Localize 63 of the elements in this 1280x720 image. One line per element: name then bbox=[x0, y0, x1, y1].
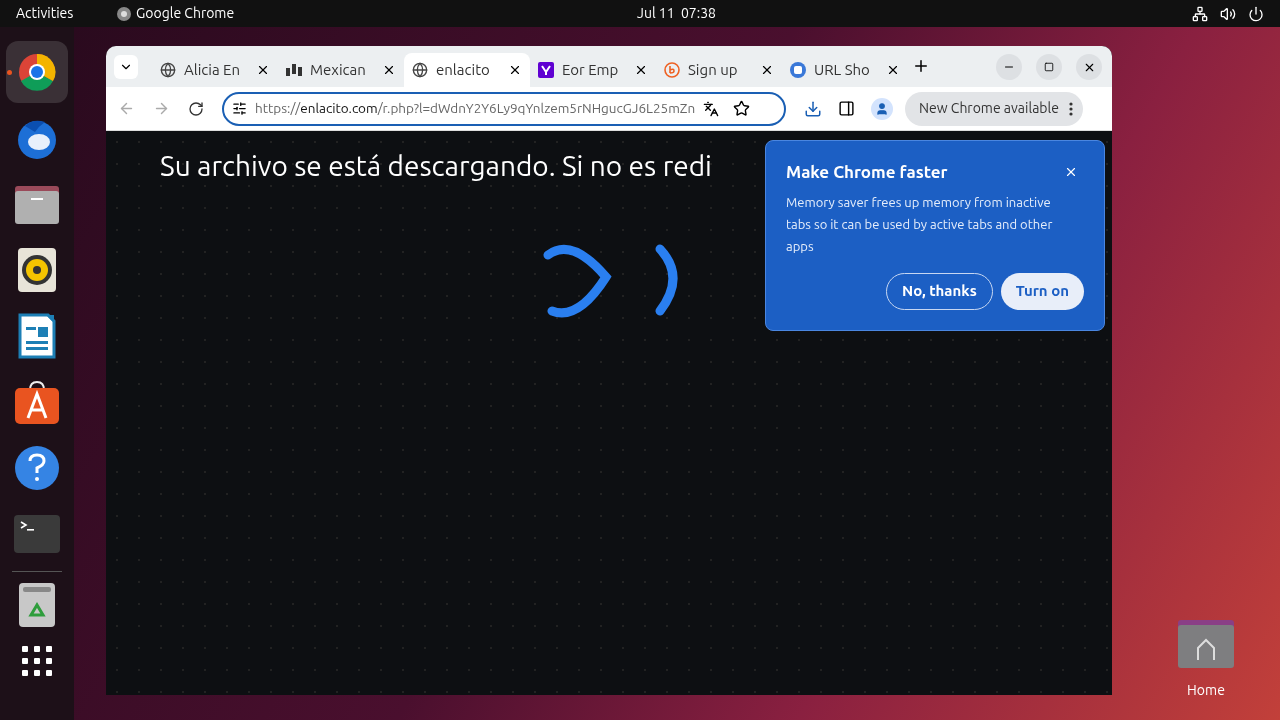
activities-button[interactable]: Activities bbox=[16, 3, 116, 24]
profile-icon[interactable] bbox=[871, 97, 893, 120]
home-folder-icon[interactable] bbox=[1178, 620, 1234, 668]
popup-title: Make Chrome faster bbox=[786, 161, 948, 183]
translate-icon[interactable] bbox=[703, 100, 720, 117]
update-label: New Chrome available bbox=[919, 99, 1059, 118]
tab[interactable]: Eor Emp bbox=[530, 53, 656, 87]
tab[interactable]: enlacito bbox=[404, 53, 530, 87]
close-button[interactable] bbox=[1076, 54, 1102, 80]
tab-title: Alicia En bbox=[184, 59, 242, 80]
app-name[interactable]: Google Chrome bbox=[136, 3, 235, 24]
browser-icon[interactable] bbox=[17, 52, 57, 92]
update-button[interactable]: New Chrome available bbox=[905, 91, 1083, 126]
tab-title: enlacito bbox=[436, 59, 491, 80]
url-text: https://enlacito.com/r.php?l=dWdnY2Y6Ly9qYnlzem5rNHgucGJ6L25mZn bbox=[255, 99, 696, 119]
close-tab-icon[interactable] bbox=[886, 63, 900, 77]
popup-button[interactable]: Turn on bbox=[1000, 272, 1084, 310]
close-tab-icon[interactable] bbox=[760, 63, 774, 77]
close-tab-icon[interactable] bbox=[634, 63, 648, 77]
volume-icon[interactable] bbox=[1220, 5, 1236, 22]
shopping-bag-icon[interactable] bbox=[15, 380, 59, 424]
page-message: Su archivo se está descargando. Si no es redi bbox=[160, 149, 712, 183]
menu-icon bbox=[1068, 101, 1073, 116]
close-tab-icon[interactable] bbox=[382, 63, 396, 77]
tab[interactable]: Alicia En bbox=[152, 53, 278, 87]
document-icon[interactable] bbox=[18, 313, 56, 359]
maximize-button[interactable] bbox=[1036, 54, 1062, 80]
globe-icon bbox=[412, 62, 428, 78]
reload-icon[interactable] bbox=[188, 100, 204, 117]
bookmark-star-icon[interactable] bbox=[733, 100, 751, 117]
tab-search-button[interactable] bbox=[114, 55, 138, 79]
power-icon[interactable] bbox=[1248, 5, 1264, 22]
home-label[interactable]: Home bbox=[1187, 680, 1225, 701]
close-tab-icon[interactable] bbox=[508, 63, 522, 77]
site-logo-icon bbox=[664, 62, 680, 78]
app-icon bbox=[116, 5, 132, 22]
close-tab-icon[interactable] bbox=[256, 63, 270, 77]
tab[interactable]: Sign up bbox=[656, 53, 782, 87]
minimize-button[interactable] bbox=[996, 54, 1022, 80]
address-bar[interactable]: https://enlacito.com/r.php?l=dWdnY2Y6Ly9qYnlzem5rNHgucGJ6L25mZn bbox=[222, 91, 786, 126]
tab-title: URL Sho bbox=[814, 59, 871, 80]
tab-title: Eor Emp bbox=[562, 59, 620, 80]
globe-icon bbox=[160, 62, 176, 78]
clock[interactable]: Jul 11 07:38 bbox=[637, 3, 716, 24]
speaker-icon[interactable] bbox=[18, 248, 56, 292]
new-tab-icon[interactable] bbox=[912, 57, 930, 75]
terminal-icon[interactable] bbox=[14, 515, 60, 553]
tab-title: Sign up bbox=[688, 59, 739, 80]
network-icon[interactable] bbox=[1192, 5, 1208, 22]
download-icon[interactable] bbox=[804, 99, 822, 118]
site-logo-icon bbox=[286, 64, 302, 76]
help-icon[interactable] bbox=[15, 446, 59, 490]
popup-body: Memory saver frees up memory from inactive tabs so it can be used by active tabs and other apps bbox=[786, 193, 1054, 255]
site-info-icon[interactable] bbox=[232, 101, 247, 116]
app-grid-icon[interactable] bbox=[22, 646, 52, 676]
maximize-icon bbox=[1044, 62, 1054, 72]
folder-icon[interactable] bbox=[15, 184, 59, 224]
site-logo-icon bbox=[790, 62, 806, 78]
tab[interactable]: Mexican bbox=[278, 53, 404, 87]
tab-title: Mexican bbox=[310, 59, 367, 80]
site-logo-icon bbox=[538, 62, 554, 78]
side-panel-icon[interactable] bbox=[838, 100, 855, 117]
tab[interactable]: URL Sho bbox=[782, 53, 908, 87]
